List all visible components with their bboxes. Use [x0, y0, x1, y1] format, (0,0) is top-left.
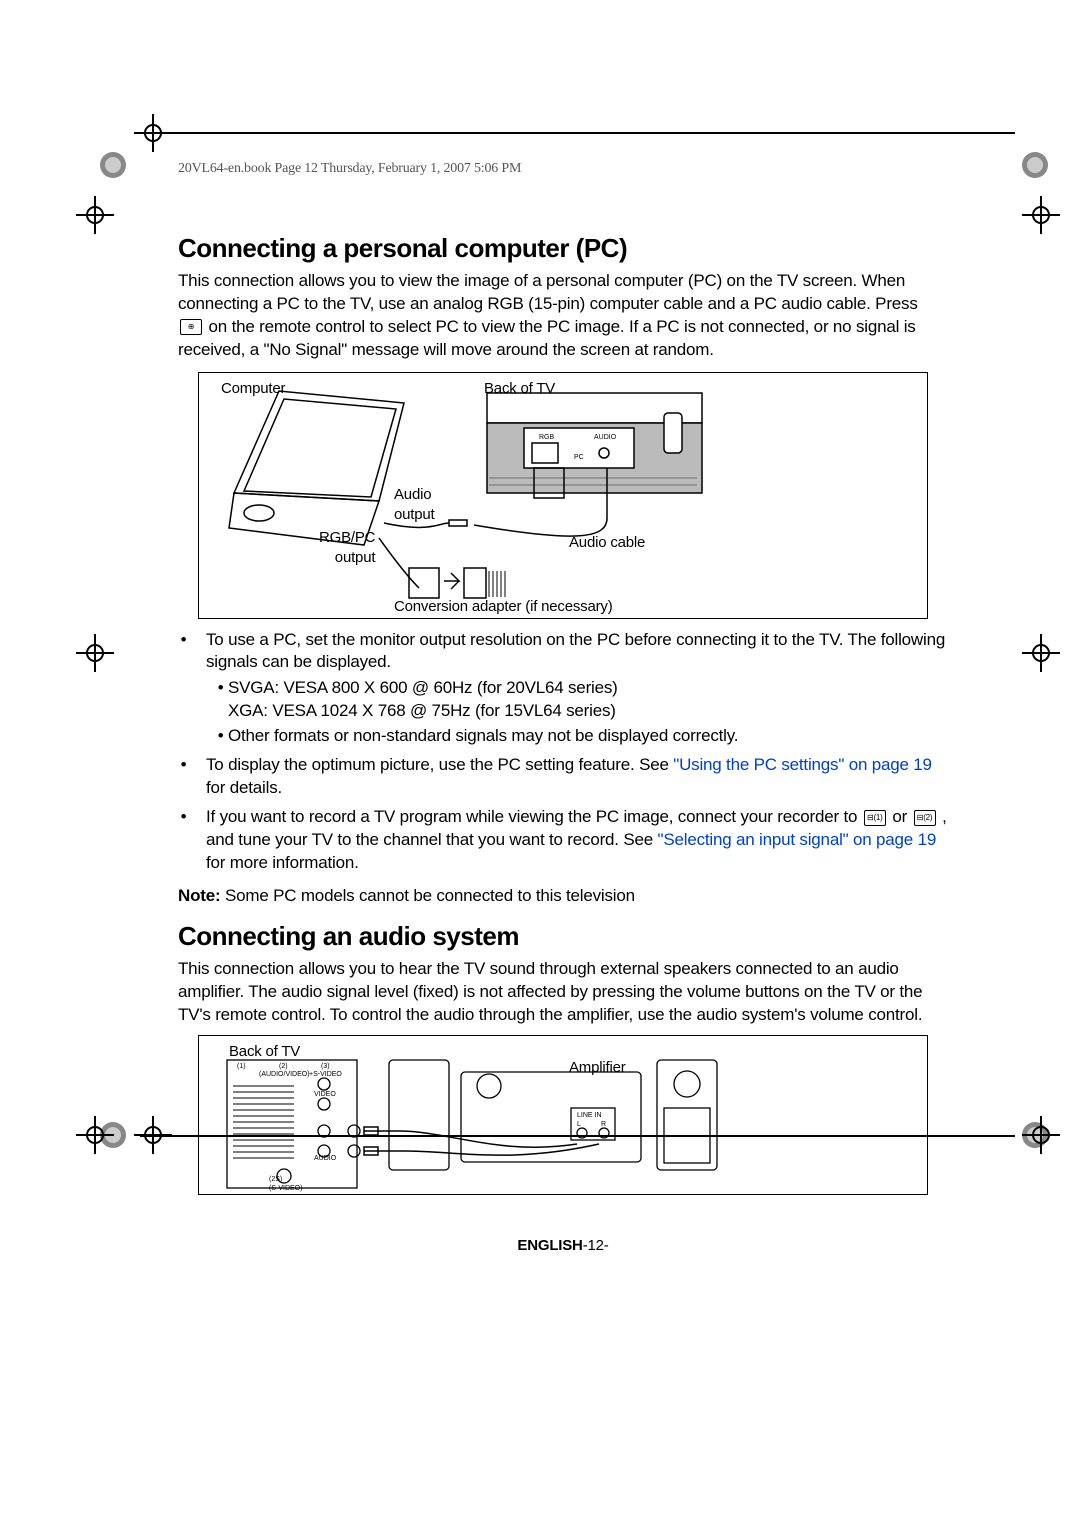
section-heading-pc: Connecting a personal computer (PC) [178, 234, 948, 264]
intro-text-b: on the remote control to select PC to vi… [178, 317, 916, 359]
section-heading-audio: Connecting an audio system [178, 922, 948, 952]
label-audio: AUDIO [594, 433, 616, 442]
label-svideo: +S-VIDEO [309, 1070, 342, 1079]
crosshair-icon [82, 640, 108, 666]
bullet-resolution-specs: SVGA: VESA 800 X 600 @ 60Hz (for 20VL64 … [228, 677, 948, 723]
bullet-text: To display the optimum picture, use the … [206, 755, 673, 774]
bullet-optimum: To display the optimum picture, use the … [200, 754, 948, 800]
running-header: 20VL64-en.book Page 12 Thursday, Februar… [178, 160, 948, 179]
label-out2s: (2S) [269, 1175, 282, 1184]
page-footer: ENGLISH-12- [178, 1236, 948, 1256]
label-back-of-tv: Back of TV [484, 379, 555, 399]
crop-line-top [140, 132, 1015, 134]
label-computer: Computer [221, 379, 285, 399]
crosshair-icon [82, 202, 108, 228]
crosshair-icon [82, 1122, 108, 1148]
input1-icon: ⊟(1) [864, 810, 886, 826]
audio-paragraph: This connection allows you to hear the T… [178, 958, 948, 1027]
crosshair-icon [140, 120, 166, 146]
figure-audio-connection: Back of TV Amplifier LINE IN L R (1) (2)… [198, 1035, 928, 1195]
label-svideo2: (S-VIDEO) [269, 1184, 302, 1193]
bullet-record: If you want to record a TV program while… [200, 806, 948, 875]
label-amplifier: Amplifier [569, 1058, 626, 1078]
label-back-of-tv: Back of TV [229, 1042, 300, 1062]
crosshair-icon [1028, 1122, 1054, 1148]
diagram-pc-svg [199, 373, 927, 618]
bullet-text: for more information. [206, 853, 359, 872]
footer-language: ENGLISH [517, 1237, 582, 1254]
label-port1: (1) [237, 1062, 246, 1071]
input-select-icon: ⊕ [180, 319, 202, 335]
label-rgb-pc-output: RGB/PC output [319, 528, 375, 569]
footer-page: -12- [583, 1237, 609, 1254]
note-label: Note: [178, 886, 220, 905]
crosshair-icon [140, 1122, 166, 1148]
registration-mark-icon [100, 152, 126, 178]
diagram-audio-svg [199, 1036, 927, 1194]
note-line: Note: Some PC models cannot be connected… [178, 885, 948, 908]
label-pc: PC [574, 453, 584, 462]
link-pc-settings[interactable]: "Using the PC settings" on page 19 [673, 755, 932, 774]
label-audio-cable: Audio cable [569, 533, 645, 553]
label-r: R [601, 1120, 606, 1129]
bullet-text: If you want to record a TV program while… [206, 807, 862, 826]
bullet-other-formats: Other formats or non-standard signals ma… [228, 725, 948, 748]
page-content: 20VL64-en.book Page 12 Thursday, Februar… [178, 160, 948, 1205]
label-video: VIDEO [314, 1090, 336, 1099]
input2-icon: ⊟(2) [914, 810, 936, 826]
bullet-list: To use a PC, set the monitor output reso… [178, 629, 948, 875]
intro-text-a: This connection allows you to view the i… [178, 271, 918, 313]
crosshair-icon [1028, 202, 1054, 228]
bullet-text: or [888, 807, 912, 826]
label-rgb: RGB [539, 433, 554, 442]
bullet-text: for details. [206, 778, 282, 797]
label-av: (AUDIO/VIDEO) [259, 1070, 310, 1079]
intro-paragraph: This connection allows you to view the i… [178, 270, 948, 362]
label-l: L [577, 1120, 581, 1129]
registration-mark-icon [1022, 152, 1048, 178]
link-input-signal[interactable]: "Selecting an input signal" on page 19 [658, 830, 937, 849]
crosshair-icon [1028, 640, 1054, 666]
label-audio-output: Audio output [394, 485, 435, 526]
bullet-resolution: To use a PC, set the monitor output reso… [200, 629, 948, 749]
figure-pc-connection: Computer Back of TV RGB AUDIO PC Audio o… [198, 372, 928, 619]
bullet-text: To use a PC, set the monitor output reso… [206, 630, 945, 672]
label-audio2: AUDIO [314, 1154, 336, 1163]
note-text: Some PC models cannot be connected to th… [220, 886, 634, 905]
label-conversion-adapter: Conversion adapter (if necessary) [394, 597, 613, 617]
